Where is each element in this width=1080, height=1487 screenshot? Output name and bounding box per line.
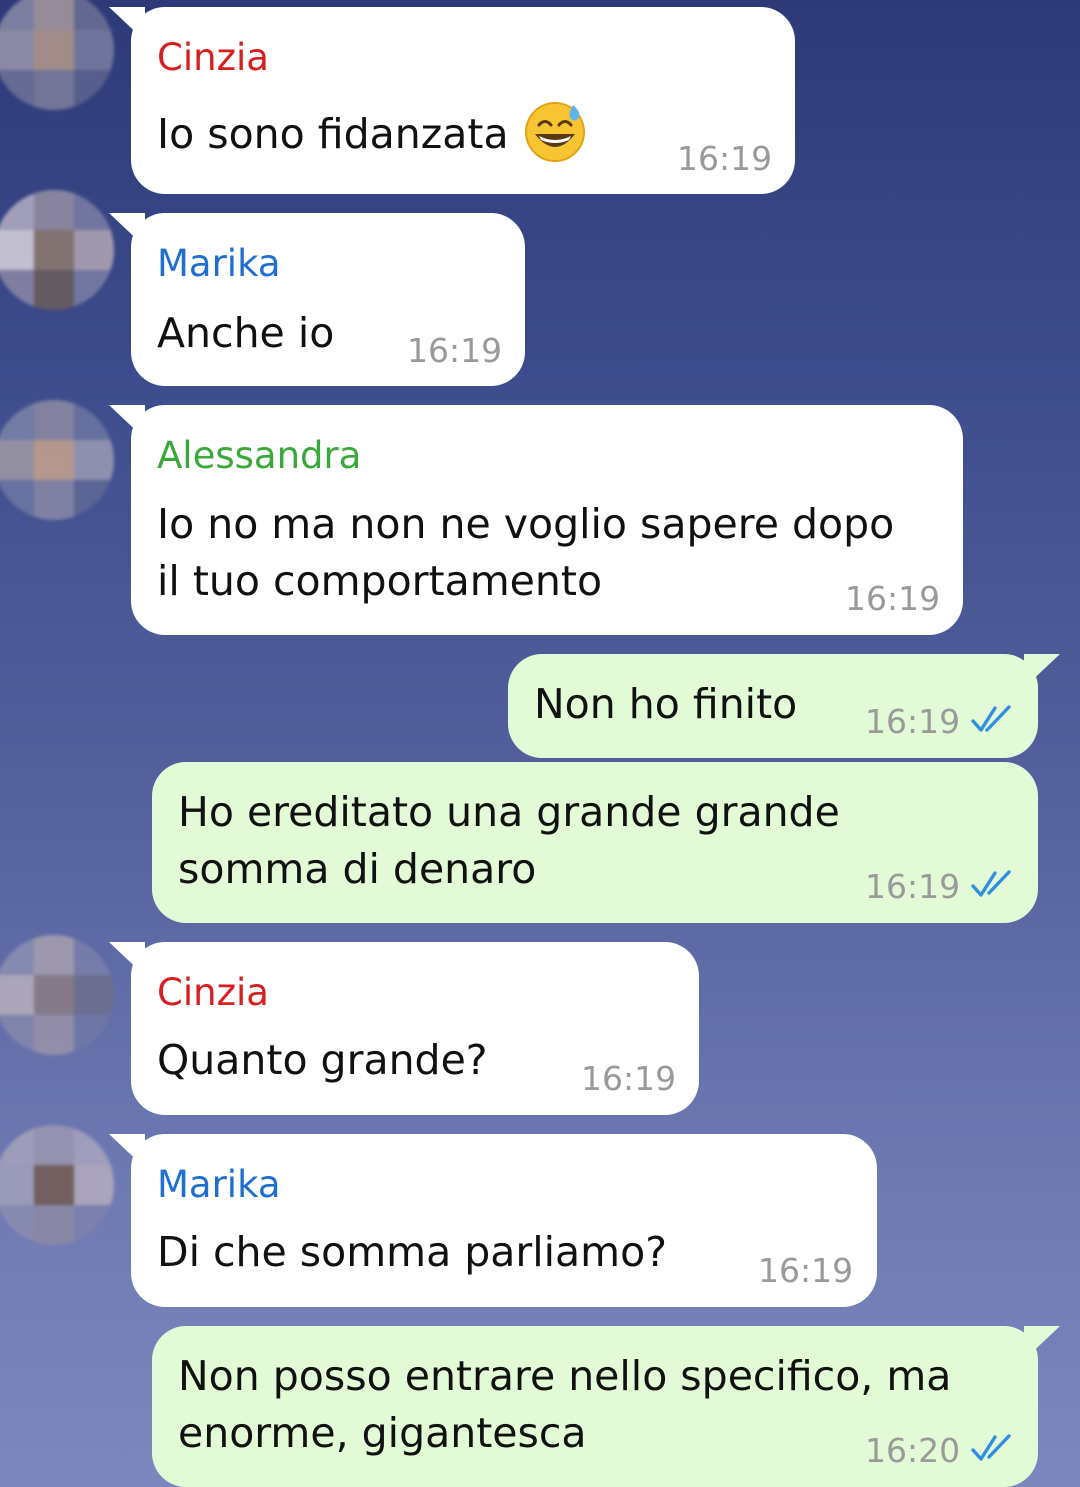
message-bubble[interactable]: Marika Anche io 16:19 [109, 213, 525, 386]
bubble-tail [109, 405, 145, 439]
bubble-tail [1024, 1326, 1060, 1360]
avatar[interactable] [0, 400, 114, 520]
bubble-tail [109, 942, 145, 976]
double-check-icon [971, 1434, 1011, 1461]
message-text: Io sono fidanzata [157, 102, 587, 169]
message-text-line: somma di denaro [178, 845, 537, 893]
sender-name[interactable]: Cinzia [157, 35, 269, 81]
message-time: 16:19 [865, 702, 961, 741]
message-bubble[interactable]: Ho ereditato una grande grande somma di … [152, 762, 1038, 923]
message-text: Quanto grande? [157, 1036, 488, 1084]
message-text-line: Io no ma non ne voglio sapere dopo [157, 500, 895, 548]
message-text: Non ho finito [534, 680, 798, 728]
message-time: 16:19 [865, 867, 961, 906]
bubble-tail [109, 1134, 145, 1168]
message-time: 16:19 [407, 331, 503, 370]
message-bubble[interactable]: Cinzia Io sono fidanzata 16:19 [109, 7, 795, 194]
double-check-icon [971, 870, 1011, 897]
message-text-content: Io sono fidanzata [157, 110, 509, 158]
message-text-line: Ho ereditato una grande grande [178, 788, 840, 836]
avatar[interactable] [0, 1125, 114, 1245]
message-time: 16:19 [677, 139, 773, 178]
message-bubble[interactable]: Marika Di che somma parliamo? 16:19 [109, 1134, 877, 1307]
sender-name[interactable]: Marika [157, 1162, 281, 1208]
message-bubble[interactable]: Non ho finito 16:19 [508, 654, 1060, 758]
message-bubble[interactable]: Non posso entrare nello specifico, ma en… [152, 1326, 1060, 1487]
message-bubble[interactable]: Alessandra Io no ma non ne voglio sapere… [109, 405, 963, 635]
sender-name[interactable]: Marika [157, 241, 281, 287]
sender-name[interactable]: Cinzia [157, 970, 269, 1016]
avatar[interactable] [0, 190, 114, 310]
bubble-tail [1024, 654, 1060, 688]
avatar[interactable] [0, 935, 114, 1055]
message-time: 16:20 [865, 1431, 961, 1470]
double-check-icon [971, 705, 1011, 732]
bubble-tail [109, 213, 145, 247]
message-text: Anche io [157, 309, 335, 357]
message-time: 16:19 [845, 579, 941, 618]
message-bubble[interactable]: Cinzia Quanto grande? 16:19 [109, 942, 699, 1115]
message-text-line: il tuo comportamento [157, 557, 603, 605]
message-text-line: Non posso entrare nello specifico, ma [178, 1352, 952, 1400]
message-time: 16:19 [581, 1059, 677, 1098]
bubble-tail [109, 7, 145, 41]
message-time: 16:19 [758, 1251, 854, 1290]
message-text-line: enorme, gigantesca [178, 1409, 587, 1457]
avatar[interactable] [0, 0, 114, 110]
message-text: Di che somma parliamo? [157, 1228, 667, 1276]
sender-name[interactable]: Alessandra [157, 433, 361, 479]
chat-screen: { "messages": [ {"sender": "Cinzia", "te… [0, 0, 1080, 1487]
grinning-face-with-sweat-emoji-icon [524, 102, 585, 162]
